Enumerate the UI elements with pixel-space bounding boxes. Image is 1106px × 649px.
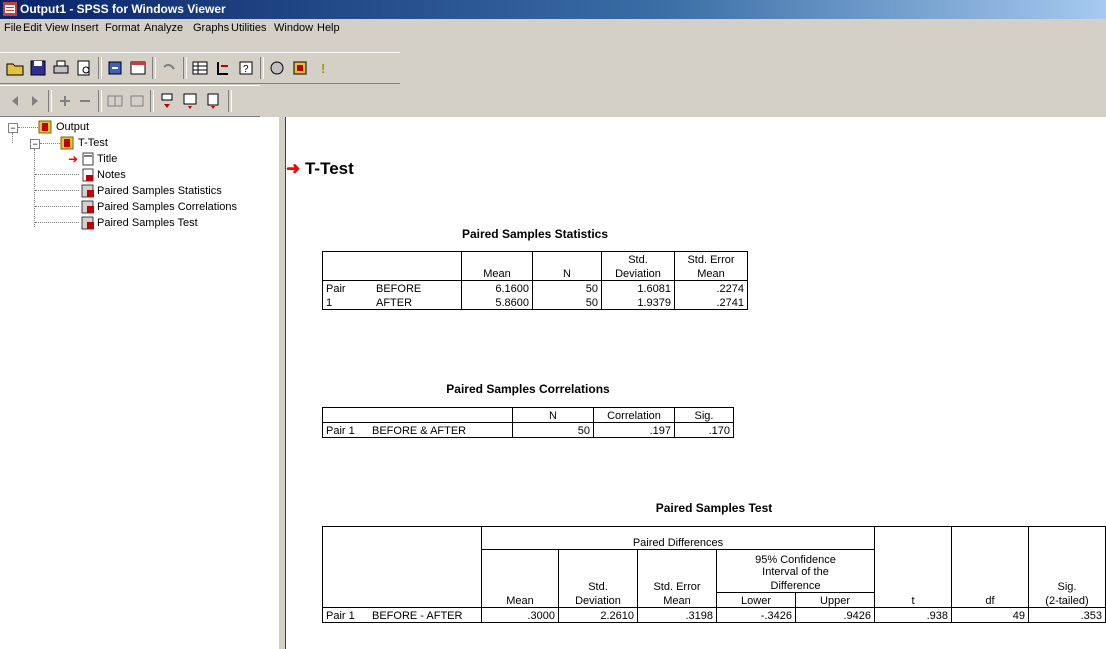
insert-title-icon[interactable] bbox=[179, 90, 201, 112]
title-bar[interactable]: Output1 - SPSS for Windows Viewer bbox=[0, 0, 1106, 19]
tree-item-paired-samples-correlations[interactable]: Paired Samples Correlations bbox=[97, 201, 237, 213]
menu-utilities[interactable]: Utilities bbox=[231, 22, 266, 34]
arrow-icon: ➜ bbox=[286, 159, 301, 178]
menu-analyze[interactable]: Analyze bbox=[144, 22, 183, 34]
undo-icon[interactable] bbox=[158, 57, 180, 79]
table-row: Pair 1 BEFORE - AFTER .3000 2.2610 .3198… bbox=[322, 607, 1106, 623]
menu-graphs[interactable]: Graphs bbox=[193, 22, 229, 34]
paired-samples-test-table[interactable]: Paired Differences Mean 95% Confidence I… bbox=[322, 526, 1106, 623]
menu-help[interactable]: Help bbox=[317, 22, 340, 34]
show-icon[interactable] bbox=[104, 90, 126, 112]
tree-item-ttest[interactable]: T-Test bbox=[78, 137, 108, 149]
promote-icon[interactable] bbox=[4, 90, 26, 112]
tree-item-paired-samples-statistics[interactable]: Paired Samples Statistics bbox=[97, 185, 222, 197]
variables-icon[interactable]: ? bbox=[235, 57, 257, 79]
pivot-table-icon bbox=[81, 184, 94, 198]
window-title: Output1 - SPSS for Windows Viewer bbox=[20, 2, 226, 16]
corr-table-title: Paired Samples Correlations bbox=[446, 382, 610, 396]
tree-item-output[interactable]: Output bbox=[56, 121, 89, 133]
designate-window-icon[interactable] bbox=[289, 57, 311, 79]
pivot-table-icon bbox=[81, 216, 94, 230]
notes-icon bbox=[82, 168, 94, 182]
svg-text:!: ! bbox=[321, 61, 325, 76]
stats-table-title: Paired Samples Statistics bbox=[461, 227, 609, 241]
export-icon[interactable] bbox=[104, 57, 126, 79]
open-icon[interactable] bbox=[4, 57, 26, 79]
svg-text:?: ? bbox=[243, 64, 249, 75]
collapse-output-toggle[interactable]: − bbox=[8, 123, 18, 133]
main-toolbar: ? ! bbox=[0, 52, 400, 84]
spss-app-icon bbox=[3, 2, 17, 16]
collapse-icon[interactable] bbox=[74, 90, 96, 112]
table-row: Pair 1 BEFORE & AFTER 50 .197 .170 bbox=[322, 422, 734, 438]
menu-edit[interactable]: Edit bbox=[23, 22, 42, 34]
outline-toolbar bbox=[0, 85, 260, 117]
print-icon[interactable] bbox=[50, 57, 72, 79]
pane-splitter[interactable] bbox=[279, 117, 286, 649]
goto-case-icon[interactable] bbox=[212, 57, 234, 79]
print-preview-icon[interactable] bbox=[73, 57, 95, 79]
content-pane[interactable]: ➜ T-Test Paired Samples Statistics Std. … bbox=[286, 117, 1106, 649]
arrow-icon: ➜ bbox=[68, 152, 79, 166]
expand-icon[interactable] bbox=[54, 90, 76, 112]
paired-samples-statistics-table[interactable]: Std. Std. Error Mean N Deviation Mean Pa… bbox=[322, 251, 748, 310]
tree-item-paired-samples-test[interactable]: Paired Samples Test bbox=[97, 217, 198, 229]
menu-window[interactable]: Window bbox=[274, 22, 313, 34]
outline-pane[interactable]: − Output − T-Test ➜ Title Notes Paired S… bbox=[0, 117, 281, 649]
table-row: 1 AFTER 5.8600 50 1.9379 .2741 bbox=[322, 295, 748, 310]
menu-insert[interactable]: Insert bbox=[71, 22, 99, 34]
save-icon[interactable] bbox=[27, 57, 49, 79]
recall-dialog-icon[interactable] bbox=[127, 57, 149, 79]
ttest-heading[interactable]: ➜ T-Test bbox=[286, 159, 354, 179]
use-sets-icon[interactable] bbox=[266, 57, 288, 79]
menu-view[interactable]: View bbox=[45, 22, 69, 34]
tree-item-title[interactable]: Title bbox=[97, 153, 117, 165]
menu-file[interactable]: File bbox=[4, 22, 22, 34]
goto-data-icon[interactable] bbox=[189, 57, 211, 79]
paired-samples-correlations-table[interactable]: N Correlation Sig. Pair 1 BEFORE & AFTER… bbox=[322, 407, 734, 438]
book-icon bbox=[38, 120, 52, 134]
tree-item-notes[interactable]: Notes bbox=[97, 169, 126, 181]
book-icon bbox=[60, 136, 74, 150]
hide-icon[interactable] bbox=[126, 90, 148, 112]
menu-format[interactable]: Format bbox=[105, 22, 140, 34]
menu-bar: File Edit View Insert Format Analyze Gra… bbox=[0, 19, 1106, 38]
test-table-title: Paired Samples Test bbox=[655, 501, 773, 515]
collapse-ttest-toggle[interactable]: − bbox=[30, 139, 40, 149]
demote-icon[interactable] bbox=[24, 90, 46, 112]
title-icon bbox=[82, 152, 94, 166]
insert-heading-icon[interactable] bbox=[156, 90, 178, 112]
pivot-table-icon bbox=[81, 200, 94, 214]
stop-icon[interactable]: ! bbox=[312, 57, 334, 79]
table-row: Pair BEFORE 6.1600 50 1.6081 .2274 bbox=[322, 280, 748, 295]
insert-text-icon[interactable] bbox=[202, 90, 224, 112]
